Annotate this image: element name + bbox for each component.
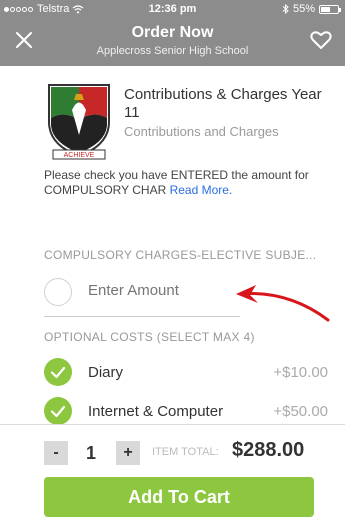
favorite-button[interactable] [309,28,333,52]
amount-input[interactable] [88,282,228,299]
option-diary[interactable]: Diary +$10.00 [44,358,334,386]
amount-underline [44,316,240,317]
heart-icon [310,31,332,49]
bluetooth-icon [282,4,289,14]
battery-fill [321,6,330,12]
option-price: +$10.00 [273,364,328,381]
decrease-quantity-button[interactable]: - [44,441,68,465]
school-crest-image: ACHIEVE [44,80,114,160]
add-to-cart-button[interactable]: Add To Cart [44,477,314,517]
amount-radio[interactable] [44,278,72,306]
battery-icon [319,4,341,14]
product-category: Contributions and Charges [124,124,279,139]
page-title: Order Now [131,24,214,41]
section-compulsory-heading: COMPULSORY CHARGES-ELECTIVE SUBJE... [44,248,317,262]
battery-label: 55% [292,3,315,15]
checked-icon [44,358,72,386]
header-bar: Telstra 12:36 pm 55% Order Now Applecros… [0,0,345,66]
option-label: Internet & Computer [88,403,224,420]
cart-bar: - 1 + ITEM TOTAL: $288.00 Add To Cart [0,424,345,522]
item-total-value: $288.00 [232,439,305,461]
option-price: +$50.00 [273,403,328,420]
crest-motto: ACHIEVE [64,152,95,159]
option-internet-computer[interactable]: Internet & Computer +$50.00 [44,397,334,425]
option-label: Diary [88,364,124,381]
checked-icon [44,397,72,425]
school-name: Applecross Senior High School [96,45,249,57]
product-title: Contributions & Charges Year 11 [124,86,322,121]
quantity-value: 1 [86,443,97,463]
notice-text: Please check you have ENTERED the amount… [44,168,334,198]
item-total-label: ITEM TOTAL: [152,446,219,458]
section-optional-heading: OPTIONAL COSTS (SELECT MAX 4) [44,330,255,344]
battery-group: 55% [282,3,341,15]
status-bar: Telstra 12:36 pm 55% [0,0,345,18]
read-more-link[interactable]: Read More. [170,183,233,197]
increase-quantity-button[interactable]: + [116,441,140,465]
red-arrow-annotation [236,285,330,322]
